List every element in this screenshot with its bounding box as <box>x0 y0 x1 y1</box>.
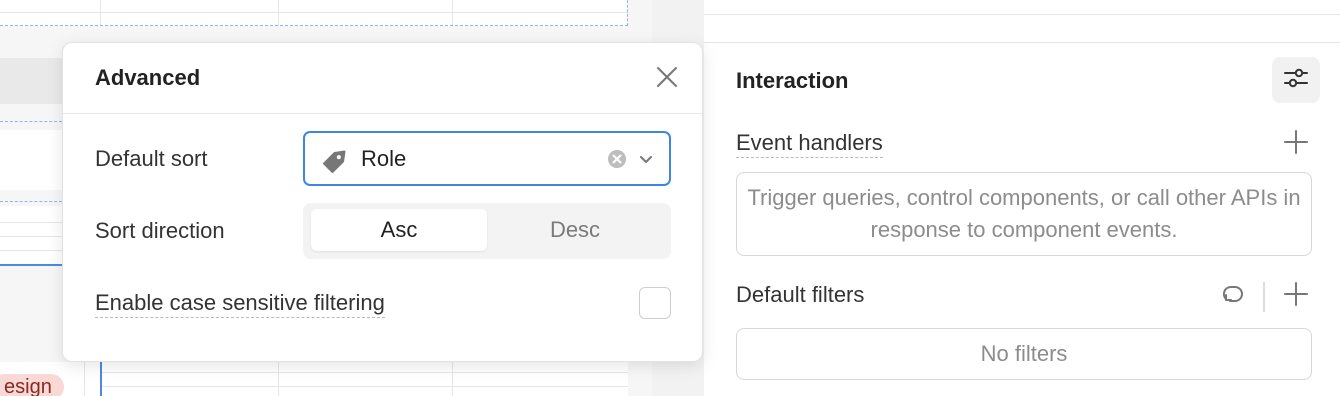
sort-direction-label: Sort direction <box>95 218 225 243</box>
clear-selection-button[interactable] <box>607 149 627 174</box>
role-tag-chip: esign <box>0 374 64 396</box>
sliders-icon <box>1282 64 1310 97</box>
default-sort-label: Default sort <box>95 146 208 171</box>
close-popover-button[interactable] <box>653 65 681 93</box>
advanced-popover: Advanced Default sort Role Sort directio… <box>62 42 703 362</box>
reset-filters-button[interactable] <box>1220 283 1248 311</box>
toolbar-divider <box>1263 282 1265 312</box>
event-handlers-label-text: Event handlers <box>736 130 883 158</box>
sort-direction-toggle: Asc Desc <box>303 203 671 259</box>
case-sensitive-label-text: Enable case sensitive filtering <box>95 290 385 318</box>
undo-icon <box>1222 282 1246 313</box>
popover-divider <box>63 113 702 114</box>
section-title-interaction: Interaction <box>736 68 849 93</box>
plus-icon <box>1283 281 1309 312</box>
sort-asc-option[interactable]: Asc <box>311 209 487 251</box>
default-filters-label: Default filters <box>736 282 865 307</box>
inspector-panel: Interaction Event handlers Trigger queri… <box>704 0 1340 396</box>
event-handlers-empty-state: Trigger queries, control components, or … <box>736 172 1312 256</box>
add-event-handler-button[interactable] <box>1282 129 1310 160</box>
default-filters-empty-state: No filters <box>736 328 1312 380</box>
tag-icon <box>321 145 351 180</box>
popover-title: Advanced <box>95 65 201 90</box>
case-sensitive-label: Enable case sensitive filtering <box>95 290 385 318</box>
add-filter-button[interactable] <box>1282 281 1310 312</box>
case-sensitive-checkbox[interactable] <box>639 287 671 319</box>
sort-desc-option[interactable]: Desc <box>487 209 663 251</box>
default-sort-value: Role <box>361 146 407 171</box>
chevron-down-icon <box>637 150 655 173</box>
interaction-settings-button[interactable] <box>1272 57 1320 103</box>
default-sort-select[interactable]: Role <box>303 131 671 186</box>
event-handlers-label: Event handlers <box>736 130 883 158</box>
close-icon <box>656 66 678 93</box>
table-fragment-top <box>0 0 628 26</box>
table-fragment-bottom <box>0 362 628 396</box>
plus-icon <box>1283 129 1309 160</box>
